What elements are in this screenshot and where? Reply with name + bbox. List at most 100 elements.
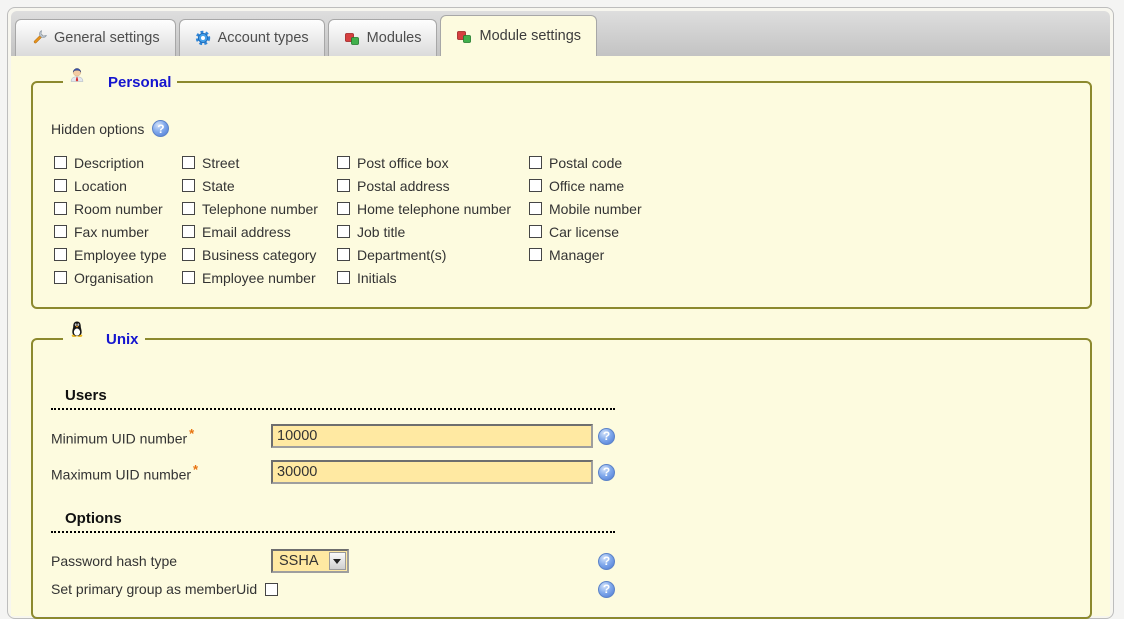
- help-icon[interactable]: ?: [152, 120, 169, 137]
- checkbox[interactable]: [182, 179, 195, 192]
- checkbox[interactable]: [182, 248, 195, 261]
- checkbox[interactable]: [54, 271, 67, 284]
- unix-section: Unix Users Minimum UID number* ? Maximum…: [31, 321, 1092, 619]
- settings-window: General settings Account types Modules: [7, 7, 1114, 619]
- checkbox-row: Office name: [529, 174, 642, 197]
- min-uid-row: Minimum UID number* ?: [51, 422, 615, 450]
- checkbox-label: Office name: [549, 178, 624, 194]
- checkbox-label: Mobile number: [549, 201, 642, 217]
- checkbox[interactable]: [54, 202, 67, 215]
- tab-general-settings[interactable]: General settings: [15, 19, 176, 56]
- checkbox[interactable]: [182, 156, 195, 169]
- checkbox-row: Room number: [54, 197, 182, 220]
- help-icon[interactable]: ?: [598, 428, 615, 445]
- checkbox[interactable]: [54, 225, 67, 238]
- checkbox-row: Postal address: [337, 174, 529, 197]
- tux-penguin-icon: [69, 321, 97, 357]
- checkbox-row: Initials: [337, 266, 529, 289]
- checkbox-label: Room number: [74, 201, 163, 217]
- checkbox-row: Mobile number: [529, 197, 642, 220]
- checkbox-row: Postal code: [529, 151, 642, 174]
- personal-section-header: Personal: [63, 66, 177, 98]
- checkbox-row: Employee type: [54, 243, 182, 266]
- checkbox-row: Manager: [529, 243, 642, 266]
- checkbox-label: Employee type: [74, 247, 167, 263]
- checkbox[interactable]: [337, 271, 350, 284]
- tab-module-settings[interactable]: Module settings: [440, 15, 597, 56]
- checkbox[interactable]: [182, 202, 195, 215]
- checkbox[interactable]: [182, 271, 195, 284]
- person-icon: [69, 66, 99, 98]
- hidden-options-label: Hidden options: [51, 121, 144, 137]
- checkbox-label: Initials: [357, 270, 397, 286]
- checkbox-label: Employee number: [202, 270, 316, 286]
- tab-label: General settings: [54, 30, 160, 46]
- tab-label: Module settings: [479, 28, 581, 44]
- checkbox[interactable]: [529, 248, 542, 261]
- checkbox-label: Postal address: [357, 178, 450, 194]
- checkbox-row: Department(s): [337, 243, 529, 266]
- checkbox-label: Street: [202, 155, 239, 171]
- checkbox[interactable]: [337, 179, 350, 192]
- member-uid-checkbox[interactable]: [265, 583, 278, 596]
- checkbox[interactable]: [529, 225, 542, 238]
- checkbox-row: Location: [54, 174, 182, 197]
- checkbox[interactable]: [529, 202, 542, 215]
- help-icon[interactable]: ?: [598, 581, 615, 598]
- checkbox-label: Fax number: [74, 224, 149, 240]
- checkbox-label: Home telephone number: [357, 201, 511, 217]
- unix-section-header: Unix: [63, 321, 145, 357]
- checkbox-label: Location: [74, 178, 127, 194]
- checkbox[interactable]: [54, 248, 67, 261]
- section-title: Unix: [106, 331, 139, 348]
- checkbox[interactable]: [182, 225, 195, 238]
- checkbox-row: Street: [182, 151, 337, 174]
- checkbox[interactable]: [337, 248, 350, 261]
- module-settings-page: Personal Hidden options ? Description Lo…: [11, 56, 1110, 616]
- checkbox[interactable]: [54, 156, 67, 169]
- section-title: Personal: [108, 74, 171, 91]
- checkbox-label: Manager: [549, 247, 604, 263]
- max-uid-label: Maximum UID number*: [51, 462, 271, 483]
- selected-option: SSHA: [273, 553, 329, 569]
- gear-icon: [195, 30, 211, 46]
- dropdown-button[interactable]: [329, 552, 346, 570]
- checkbox[interactable]: [54, 179, 67, 192]
- checkbox[interactable]: [337, 156, 350, 169]
- checkbox[interactable]: [529, 179, 542, 192]
- tab-account-types[interactable]: Account types: [179, 19, 325, 56]
- min-uid-input[interactable]: [271, 424, 593, 448]
- checkbox-row: State: [182, 174, 337, 197]
- personal-section: Personal Hidden options ? Description Lo…: [31, 66, 1092, 309]
- password-hash-select[interactable]: SSHA: [271, 549, 349, 573]
- checkbox-label: Organisation: [74, 270, 153, 286]
- help-icon[interactable]: ?: [598, 464, 615, 481]
- checkbox-row: Email address: [182, 220, 337, 243]
- checkbox-row: Telephone number: [182, 197, 337, 220]
- checkbox-row: Description: [54, 151, 182, 174]
- wrench-icon: [31, 30, 47, 46]
- options-subheading: Options: [51, 510, 615, 533]
- checkbox-label: Car license: [549, 224, 619, 240]
- required-marker: *: [193, 462, 198, 477]
- help-icon[interactable]: ?: [598, 553, 615, 570]
- checkbox-row: Car license: [529, 220, 642, 243]
- checkbox-row: Business category: [182, 243, 337, 266]
- modules-icon: [344, 30, 360, 46]
- checkbox[interactable]: [529, 156, 542, 169]
- max-uid-input[interactable]: [271, 460, 593, 484]
- member-uid-row: Set primary group as memberUid ?: [51, 577, 615, 601]
- tab-label: Modules: [367, 30, 422, 46]
- chevron-down-icon: [333, 559, 341, 564]
- checkbox-label: State: [202, 178, 235, 194]
- tab-label: Account types: [218, 30, 309, 46]
- checkbox[interactable]: [337, 202, 350, 215]
- checkbox-row: Fax number: [54, 220, 182, 243]
- checkbox-label: Business category: [202, 247, 316, 263]
- member-uid-label: Set primary group as memberUid: [51, 581, 257, 597]
- checkbox-label: Postal code: [549, 155, 622, 171]
- checkbox-row: Job title: [337, 220, 529, 243]
- tab-modules[interactable]: Modules: [328, 19, 438, 56]
- checkbox[interactable]: [337, 225, 350, 238]
- checkbox-label: Telephone number: [202, 201, 318, 217]
